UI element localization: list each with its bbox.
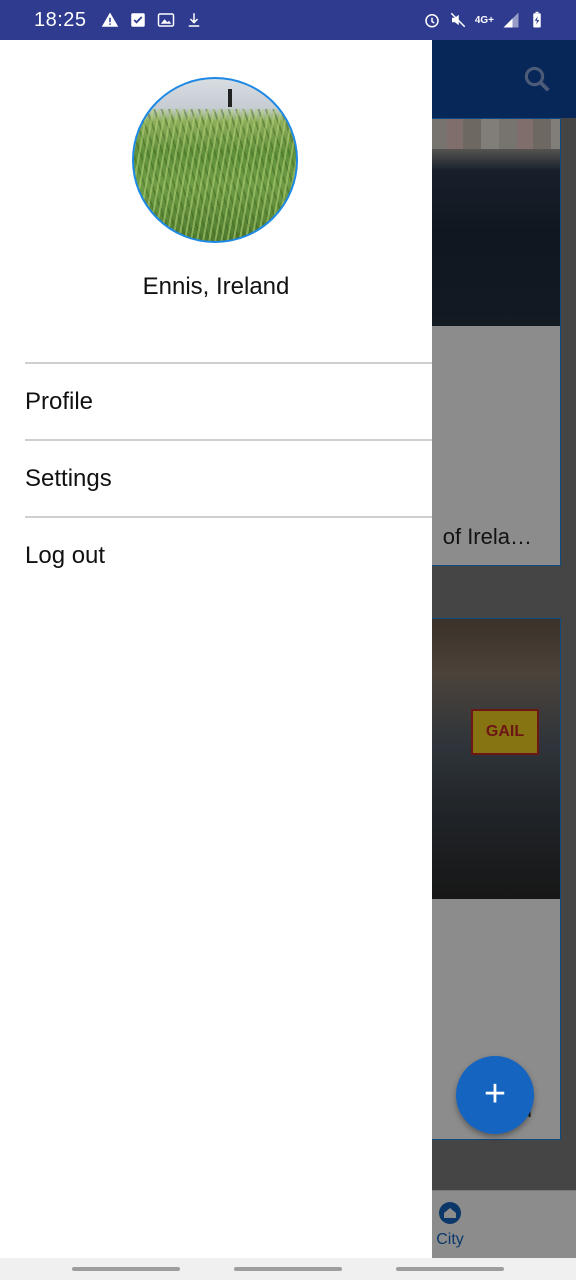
battery-icon bbox=[533, 11, 541, 28]
add-button[interactable]: + bbox=[456, 1056, 534, 1134]
navigation-drawer: Ennis, Ireland Profile Settings Log out bbox=[0, 40, 432, 1258]
alarm-icon bbox=[425, 14, 439, 28]
grass-texture bbox=[134, 109, 296, 241]
menu-item-logout[interactable]: Log out bbox=[25, 516, 432, 593]
home-button[interactable] bbox=[234, 1267, 342, 1271]
system-nav-bar bbox=[0, 1258, 576, 1280]
status-bar: 18:25 4G+ bbox=[0, 0, 576, 40]
checkbox-icon bbox=[130, 13, 145, 27]
location-label: Ennis, Ireland bbox=[142, 273, 290, 300]
status-time: 18:25 bbox=[34, 8, 87, 31]
recents-button[interactable] bbox=[72, 1267, 180, 1271]
drawer-menu: Profile Settings Log out bbox=[25, 362, 432, 593]
mute-icon bbox=[450, 12, 466, 28]
network-label: 4G+ bbox=[474, 14, 494, 26]
back-button[interactable] bbox=[396, 1267, 504, 1271]
warning-icon bbox=[101, 12, 118, 27]
avatar[interactable] bbox=[132, 77, 298, 243]
menu-item-profile[interactable]: Profile bbox=[25, 362, 432, 439]
menu-item-settings[interactable]: Settings bbox=[25, 439, 432, 516]
distant-post bbox=[228, 89, 232, 107]
image-icon bbox=[157, 13, 174, 27]
download-icon bbox=[188, 13, 199, 27]
signal-icon bbox=[503, 12, 519, 28]
